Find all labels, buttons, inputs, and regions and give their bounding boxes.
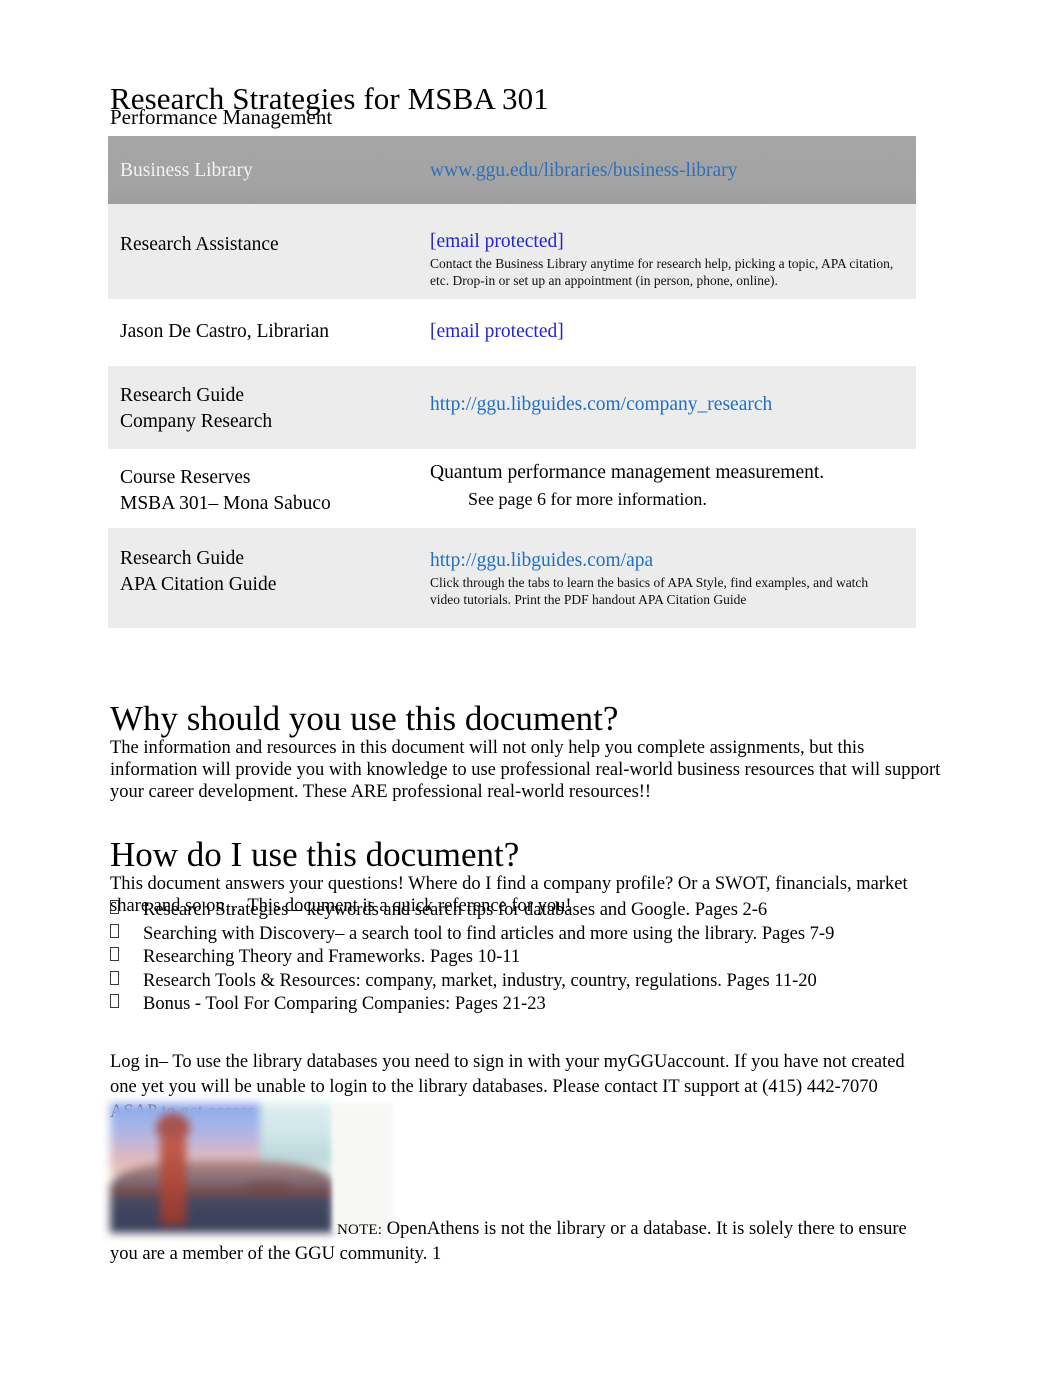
resource-table: Business Library www.ggu.edu/libraries/b… bbox=[108, 136, 916, 628]
list-item: Research Tools & Resources: company, mar… bbox=[110, 970, 942, 994]
footer-note-line2: you are a member of the GGU community. 1 bbox=[110, 1244, 442, 1264]
bridge-tower-top bbox=[156, 1113, 190, 1135]
row-label-line2: MSBA 301– Mona Sabuco bbox=[120, 493, 331, 514]
section-heading-why: Why should you use this document? bbox=[110, 699, 619, 739]
golden-gate-bridge-image bbox=[110, 1103, 393, 1233]
course-reserves-page-note: See page 6 for more information. bbox=[468, 489, 707, 509]
table-row-apa-citation-guide: Research Guide APA Citation Guide http:/… bbox=[108, 528, 916, 628]
row-value: [email protected] Contact the Business L… bbox=[420, 204, 916, 289]
row-label: Course Reserves MSBA 301– Mona Sabuco bbox=[108, 449, 420, 517]
row-value: Quantum performance management measureme… bbox=[420, 449, 916, 512]
course-reserves-title: Quantum performance management measureme… bbox=[430, 462, 825, 483]
bridge-deck bbox=[110, 1187, 333, 1197]
bullet-box-icon bbox=[110, 900, 119, 914]
business-library-link[interactable]: www.ggu.edu/libraries/business-library bbox=[430, 160, 737, 181]
apa-guide-link[interactable]: http://ggu.libguides.com/apa bbox=[430, 550, 653, 571]
list-item-label: Researching Theory and Frameworks. Pages… bbox=[143, 947, 521, 967]
row-note: Click through the tabs to learn the basi… bbox=[430, 575, 869, 607]
row-value: [email protected] bbox=[420, 299, 916, 345]
footer-note: NOTE: OpenAthens is not the library or a… bbox=[337, 1218, 907, 1242]
list-item-label: Bonus - Tool For Comparing Companies: Pa… bbox=[143, 994, 546, 1014]
row-value: http://ggu.libguides.com/company_researc… bbox=[420, 366, 916, 418]
photo-side-panel bbox=[333, 1103, 393, 1233]
section-paragraph-why: The information and resources in this do… bbox=[110, 737, 941, 802]
page-subtitle: Performance Management bbox=[110, 105, 333, 129]
company-research-guide-link[interactable]: http://ggu.libguides.com/company_researc… bbox=[430, 394, 772, 415]
section-heading-how: How do I use this document? bbox=[110, 835, 520, 875]
row-note: Contact the Business Library anytime for… bbox=[430, 256, 894, 288]
row-label: Research Guide Company Research bbox=[108, 366, 420, 435]
table-row-research-assistance: Research Assistance [email protected] Co… bbox=[108, 204, 916, 299]
list-item-label: Research Tools & Resources: company, mar… bbox=[143, 970, 817, 991]
table-row-business-library: Business Library www.ggu.edu/libraries/b… bbox=[108, 136, 916, 204]
bullet-box-icon bbox=[110, 970, 119, 985]
note-text: OpenAthens is not the library or a datab… bbox=[386, 1219, 907, 1239]
bullet-box-icon bbox=[110, 923, 119, 938]
list-item-label: Research Strategies – keywords and searc… bbox=[143, 900, 768, 920]
table-row-research-guide-company: Research Guide Company Research http://g… bbox=[108, 366, 916, 449]
row-value: www.ggu.edu/libraries/business-library bbox=[420, 136, 916, 184]
water-region bbox=[110, 1191, 333, 1233]
bullet-box-icon bbox=[110, 947, 119, 961]
research-assistance-email-link[interactable]: [email protected] bbox=[430, 231, 564, 252]
note-label: NOTE: bbox=[337, 1222, 383, 1238]
row-label-line1: Course Reserves bbox=[120, 467, 251, 488]
document-contents-list: Research Strategies – keywords and searc… bbox=[110, 899, 942, 1017]
librarian-email-link[interactable]: [email protected] bbox=[430, 321, 564, 342]
row-value: http://ggu.libguides.com/apa Click throu… bbox=[420, 528, 916, 608]
table-row-librarian: Jason De Castro, Librarian [email protec… bbox=[108, 299, 916, 366]
table-row-course-reserves: Course Reserves MSBA 301– Mona Sabuco Qu… bbox=[108, 449, 916, 528]
row-label-line1: Research Guide bbox=[120, 385, 244, 406]
list-item-label: Searching with Discovery– a search tool … bbox=[143, 923, 835, 944]
row-label: Business Library bbox=[120, 160, 253, 181]
document-page: Research Strategies for MSBA 301 Perform… bbox=[0, 0, 1062, 1377]
list-item: Research Strategies – keywords and searc… bbox=[110, 899, 942, 923]
row-label: Jason De Castro, Librarian bbox=[120, 321, 330, 342]
row-label-line1: Research Guide bbox=[120, 548, 244, 569]
list-item: Bonus - Tool For Comparing Companies: Pa… bbox=[110, 993, 942, 1017]
bullet-box-icon bbox=[110, 994, 119, 1008]
list-item: Searching with Discovery– a search tool … bbox=[110, 923, 942, 947]
list-item: Researching Theory and Frameworks. Pages… bbox=[110, 946, 942, 970]
row-label: Research Guide APA Citation Guide bbox=[108, 528, 420, 598]
photo-content bbox=[110, 1103, 333, 1233]
row-label-line2: APA Citation Guide bbox=[120, 574, 277, 595]
row-label: Research Assistance bbox=[120, 234, 279, 255]
row-label-line2: Company Research bbox=[120, 411, 273, 432]
